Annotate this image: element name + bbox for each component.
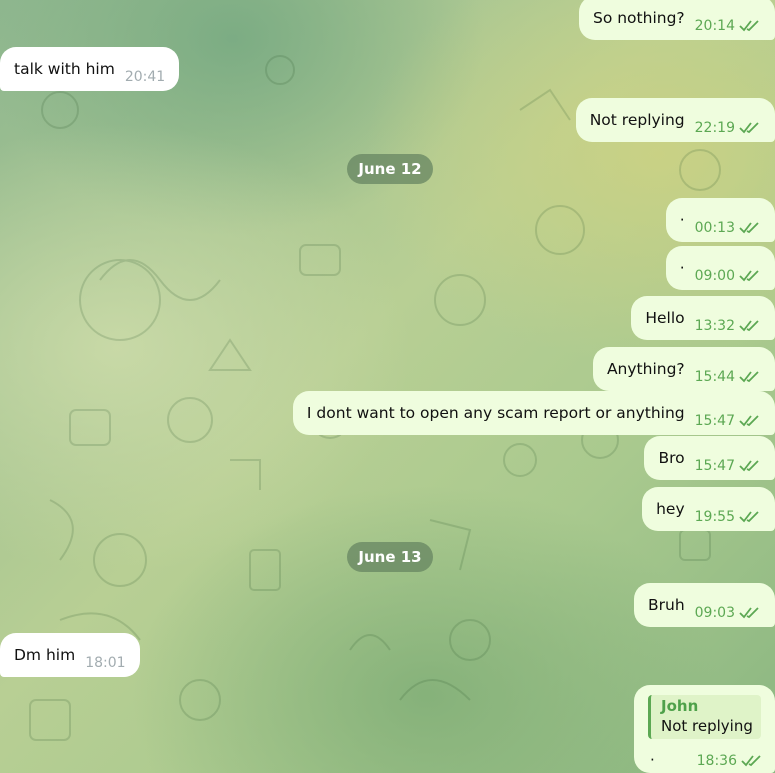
read-checkmarks-icon — [739, 222, 759, 234]
message-time: 13:32 — [694, 318, 735, 334]
message-text: Bro — [658, 449, 685, 467]
message-bubble-outgoing[interactable]: Bruh 09:03 — [633, 583, 775, 627]
message-text: Not replying — [589, 111, 685, 129]
message-text: · — [650, 751, 655, 769]
reply-quote[interactable]: John Not replying — [648, 695, 761, 739]
message-time: 09:03 — [694, 605, 735, 621]
message-bubble-outgoing[interactable]: Not replying 22:19 — [575, 98, 775, 142]
message-bubble-outgoing[interactable]: hey 19:55 — [642, 487, 775, 531]
message-bubble-outgoing[interactable]: So nothing? 20:14 — [578, 0, 775, 40]
message-time: 18:36 — [696, 753, 737, 769]
quote-text: Not replying — [661, 717, 753, 735]
message-bubble-outgoing[interactable]: Bro 15:47 — [644, 436, 775, 480]
message-list[interactable]: So nothing? 20:14 talk with him 20:41 No… — [0, 0, 775, 773]
quote-author: John — [661, 697, 699, 715]
message-time: 15:47 — [694, 458, 735, 474]
message-time: 09:00 — [694, 268, 735, 284]
message-text: So nothing? — [592, 9, 685, 27]
message-bubble-outgoing[interactable]: Hello 13:32 — [631, 296, 775, 340]
message-time: 15:44 — [694, 369, 735, 385]
read-checkmarks-icon — [739, 20, 759, 32]
message-bubble-reply[interactable]: John Not replying · 18:36 — [634, 685, 775, 773]
message-text: Dm him — [14, 646, 76, 664]
read-checkmarks-icon — [739, 371, 759, 383]
message-text: hey — [656, 500, 685, 518]
message-text: Bruh — [647, 596, 685, 614]
read-checkmarks-icon — [741, 755, 761, 767]
message-bubble-incoming[interactable]: talk with him 20:41 — [0, 47, 180, 91]
read-checkmarks-icon — [739, 320, 759, 332]
message-time: 15:47 — [694, 413, 735, 429]
message-bubble-outgoing[interactable]: Anything? 15:44 — [592, 347, 775, 391]
read-checkmarks-icon — [739, 122, 759, 134]
message-bubble-outgoing[interactable]: · 00:13 — [665, 198, 775, 242]
message-text: Hello — [645, 309, 685, 327]
message-text: Anything? — [606, 360, 685, 378]
message-time: 00:13 — [694, 220, 735, 236]
message-text: · — [679, 211, 685, 229]
message-time: 20:41 — [124, 69, 166, 85]
read-checkmarks-icon — [739, 607, 759, 619]
message-text: I dont want to open any scam report or a… — [306, 404, 685, 422]
read-checkmarks-icon — [739, 460, 759, 472]
read-checkmarks-icon — [739, 270, 759, 282]
message-time: 22:19 — [694, 120, 735, 136]
read-checkmarks-icon — [739, 511, 759, 523]
message-time: 19:55 — [694, 509, 735, 525]
message-time: 18:01 — [85, 655, 126, 671]
message-time: 20:14 — [694, 18, 735, 34]
message-text: talk with him — [14, 60, 115, 78]
message-bubble-outgoing[interactable]: I dont want to open any scam report or a… — [292, 391, 775, 435]
message-bubble-incoming[interactable]: Dm him 18:01 — [0, 633, 140, 677]
message-bubble-outgoing[interactable]: · 09:00 — [665, 246, 775, 290]
date-separator: June 13 — [347, 542, 433, 572]
date-separator: June 12 — [347, 154, 433, 184]
read-checkmarks-icon — [739, 415, 759, 427]
message-text: · — [679, 259, 685, 277]
